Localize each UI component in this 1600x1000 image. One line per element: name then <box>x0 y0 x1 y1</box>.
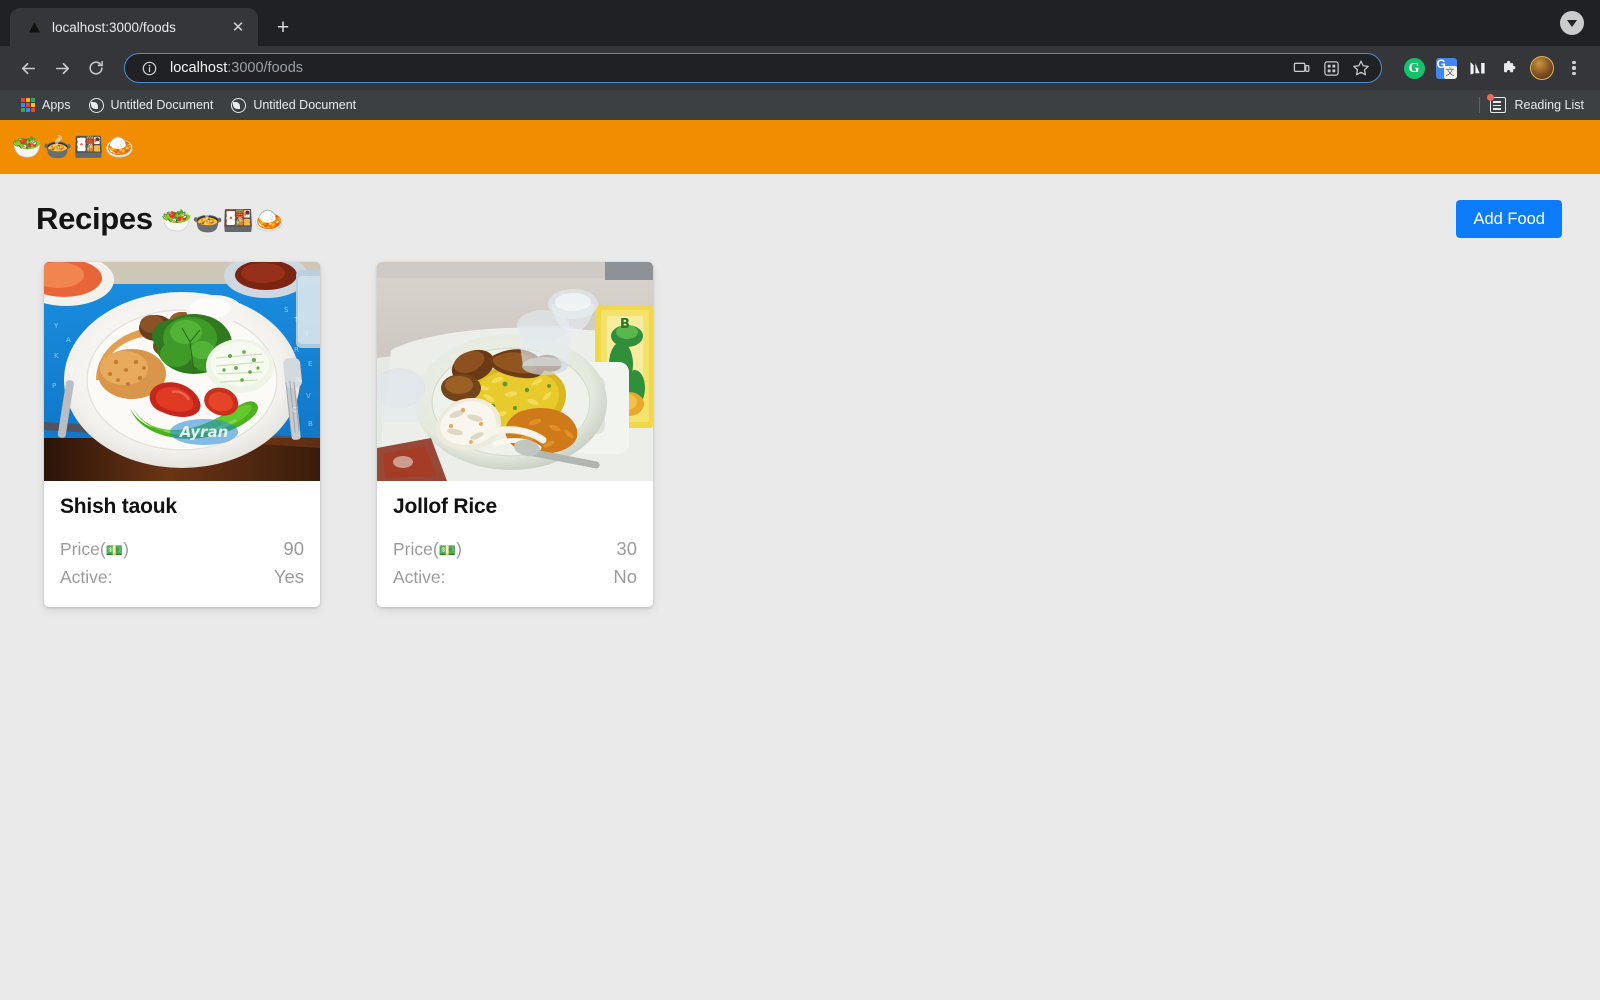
svg-text:Y: Y <box>53 322 59 330</box>
chrome-menu-button[interactable] <box>1560 54 1588 82</box>
food-card-body: Shish taouk Price(💵) 90 Active: Yes <box>44 481 320 607</box>
site-navbar: 🥗🍲🍱🍛 <box>0 120 1600 174</box>
svg-text:V: V <box>306 392 311 400</box>
reload-button[interactable] <box>80 52 112 84</box>
apps-grid-icon <box>21 98 35 112</box>
svg-text:N: N <box>296 376 301 384</box>
svg-text:B: B <box>620 317 630 332</box>
food-active-row: Active: Yes <box>60 563 304 591</box>
page-title-text: Recipes <box>36 201 162 237</box>
food-card[interactable]: YAK O P TIR EN S V C B Ayran Shish taouk Pric… <box>44 262 320 608</box>
bookmarks-bar: Apps Untitled Document Untitled Document… <box>0 90 1600 120</box>
active-value: Yes <box>273 566 304 588</box>
price-label: Price(💵) <box>60 539 129 560</box>
page-header: Recipes 🥗🍲🍱🍛 Add Food <box>0 174 1600 239</box>
cast-icon[interactable] <box>1289 56 1313 80</box>
food-price-row: Price(💵) 30 <box>393 535 637 563</box>
site-brand-emoji[interactable]: 🥗🍲🍱🍛 <box>12 135 136 159</box>
active-label: Active: <box>393 567 446 588</box>
svg-text:P: P <box>52 382 56 390</box>
page-title: Recipes 🥗🍲🍱🍛 <box>36 201 285 237</box>
bookmark-label: Untitled Document <box>110 98 214 112</box>
food-price-row: Price(💵) 90 <box>60 535 304 563</box>
back-button[interactable] <box>12 52 44 84</box>
notification-badge <box>1486 94 1494 101</box>
svg-text:R: R <box>294 346 299 354</box>
browser-tab[interactable]: localhost:3000/foods ✕ <box>10 8 258 46</box>
reading-list-button[interactable]: Reading List <box>1486 94 1589 113</box>
food-card-body: Jollof Rice Price(💵) 30 Active: No <box>377 481 653 607</box>
food-name: Jollof Rice <box>393 495 497 519</box>
qr-code-icon[interactable] <box>1319 56 1343 80</box>
url-host: localhost <box>170 60 228 76</box>
food-name: Shish taouk <box>60 495 177 519</box>
svg-text:I: I <box>306 330 308 338</box>
svg-text:B: B <box>308 420 313 428</box>
money-emoji: 💵 <box>105 543 124 560</box>
food-card-grid: YAK O P TIR EN S V C B Ayran Shish taouk Pric… <box>0 238 1600 608</box>
reading-list-icon <box>1486 94 1506 113</box>
price-value: 30 <box>616 538 637 560</box>
tab-title: localhost:3000/foods <box>52 19 176 35</box>
add-food-button[interactable]: Add Food <box>1456 200 1562 239</box>
food-image-jollof-rice: B <box>377 262 653 482</box>
google-translate-extension-icon[interactable]: G文 <box>1432 54 1460 82</box>
triangle-favicon <box>26 19 42 35</box>
profile-avatar[interactable] <box>1528 54 1556 82</box>
bookmark-label: Untitled Document <box>253 98 357 112</box>
svg-text:Ayran: Ayran <box>179 423 229 441</box>
svg-text:O: O <box>68 366 74 374</box>
active-label: Active: <box>60 567 113 588</box>
omnibox-icons <box>1289 56 1373 80</box>
money-emoji: 💵 <box>438 543 457 560</box>
globe-icon <box>231 97 247 113</box>
url-path: :3000/foods <box>227 60 304 76</box>
reading-list-label: Reading List <box>1514 98 1585 112</box>
grammarly-extension-icon[interactable]: G <box>1400 54 1428 82</box>
extensions-puzzle-icon[interactable] <box>1496 54 1524 82</box>
browser-window: localhost:3000/foods ✕ + localhost:3000/… <box>0 0 1600 1000</box>
price-value: 90 <box>283 538 304 560</box>
svg-text:C: C <box>292 406 297 414</box>
medium-extension-icon[interactable] <box>1464 54 1492 82</box>
divider <box>1478 97 1480 113</box>
info-circle-icon[interactable] <box>137 56 161 80</box>
close-icon[interactable]: ✕ <box>228 17 248 37</box>
url-text: localhost:3000/foods <box>170 60 1280 76</box>
food-active-row: Active: No <box>393 563 637 591</box>
forward-button[interactable] <box>46 52 78 84</box>
price-label: Price(💵) <box>393 539 462 560</box>
bookmark-untitled-document-2[interactable]: Untitled Document <box>222 93 365 117</box>
bookmark-apps[interactable]: Apps <box>12 93 80 117</box>
address-bar[interactable]: localhost:3000/foods <box>124 53 1382 83</box>
extension-icons: G G文 <box>1392 54 1588 82</box>
page-title-emoji: 🥗🍲🍱🍛 <box>161 206 285 236</box>
svg-text:S: S <box>284 306 289 314</box>
bookmark-untitled-document-1[interactable]: Untitled Document <box>80 93 223 117</box>
browser-toolbar: localhost:3000/foods G G文 <box>0 46 1600 90</box>
svg-text:E: E <box>308 360 312 368</box>
tab-search-dropdown-icon[interactable] <box>1560 11 1584 35</box>
svg-text:K: K <box>54 352 59 360</box>
globe-icon <box>88 97 104 113</box>
food-card[interactable]: B Jollof Rice Price(💵) 30 Active: No <box>377 262 653 608</box>
svg-text:T: T <box>293 316 299 324</box>
bookmark-star-icon[interactable] <box>1349 56 1373 80</box>
new-tab-button[interactable]: + <box>266 10 300 44</box>
svg-text:A: A <box>66 336 71 344</box>
bookmark-label: Apps <box>42 98 71 112</box>
active-value: No <box>613 566 637 588</box>
tab-strip: localhost:3000/foods ✕ + <box>0 0 1600 46</box>
food-image-shish-taouk: YAK O P TIR EN S V C B Ayran <box>44 262 320 482</box>
page-viewport: 🥗🍲🍱🍛 Recipes 🥗🍲🍱🍛 Add Food Y A K O P T I… <box>0 120 1600 1000</box>
